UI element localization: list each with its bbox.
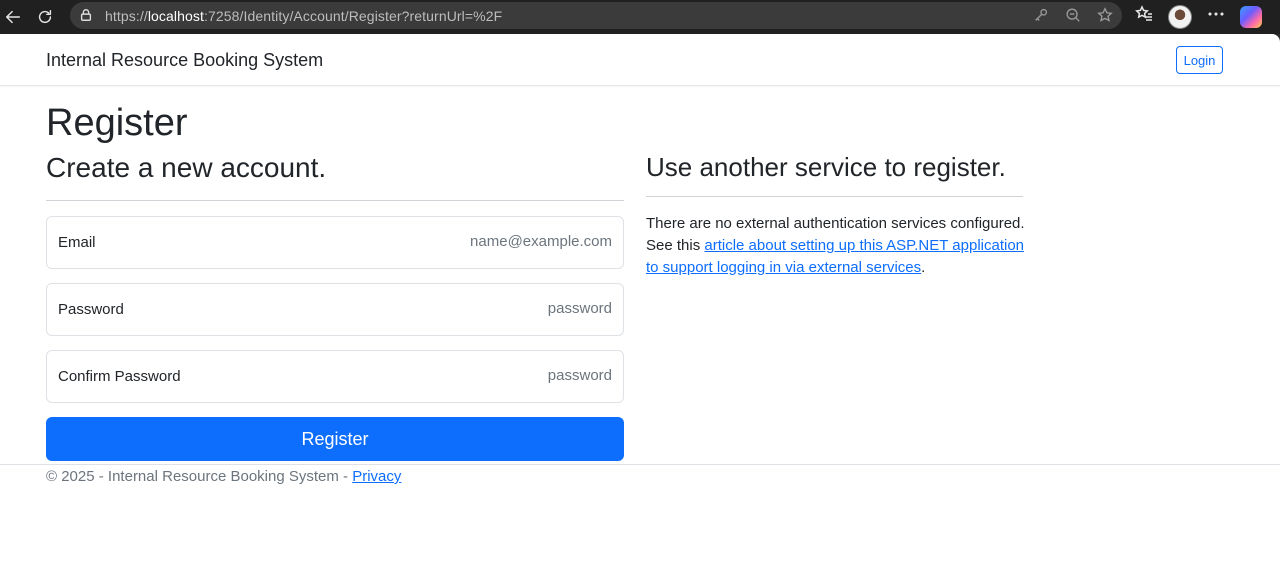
divider	[646, 196, 1023, 197]
external-see-this: See this	[646, 237, 705, 254]
page-title: Register	[46, 102, 188, 144]
external-login-info: There are no external authentication ser…	[646, 213, 1026, 279]
site-brand[interactable]: Internal Resource Booking System	[46, 50, 323, 71]
lock-icon[interactable]	[79, 8, 95, 24]
password-label: Password	[58, 301, 124, 318]
footer-copyright: © 2025 - Internal Resource Booking Syste…	[46, 468, 353, 485]
password-input[interactable]	[312, 300, 612, 317]
url-host: localhost	[147, 7, 204, 24]
profile-avatar[interactable]	[1168, 4, 1192, 29]
key-icon[interactable]	[1032, 6, 1050, 29]
email-field[interactable]: Email	[46, 216, 624, 269]
confirm-password-field[interactable]: Confirm Password	[46, 350, 624, 403]
back-icon[interactable]	[0, 4, 26, 30]
browser-toolbar: https://localhost:7258/Identity/Account/…	[0, 0, 1280, 34]
copilot-icon[interactable]	[1240, 5, 1262, 28]
email-label: Email	[58, 234, 96, 251]
register-subtitle: Create a new account.	[46, 152, 327, 183]
favorite-star-icon[interactable]	[1096, 6, 1114, 29]
page-viewport: Internal Resource Booking System Login R…	[0, 34, 1280, 569]
password-field[interactable]: Password	[46, 283, 624, 336]
url-path: :7258/Identity/Account/Register?returnUr…	[203, 7, 503, 24]
login-button[interactable]: Login	[1176, 46, 1223, 74]
divider	[46, 200, 624, 201]
confirm-password-label: Confirm Password	[58, 368, 181, 385]
footer-divider	[0, 464, 1280, 465]
email-input[interactable]	[312, 233, 612, 250]
confirm-password-input[interactable]	[312, 367, 612, 384]
external-info-line: There are no external authentication ser…	[646, 215, 1025, 232]
address-bar[interactable]: https://localhost:7258/Identity/Account/…	[70, 2, 1122, 29]
zoom-out-icon[interactable]	[1064, 6, 1082, 29]
privacy-link[interactable]: Privacy	[352, 468, 401, 485]
refresh-icon[interactable]	[32, 4, 58, 30]
register-button[interactable]: Register	[46, 417, 624, 461]
site-navbar: Internal Resource Booking System Login	[0, 34, 1280, 86]
url-text[interactable]: https://localhost:7258/Identity/Account/…	[105, 8, 502, 24]
url-scheme: https://	[105, 7, 148, 24]
footer: © 2025 - Internal Resource Booking Syste…	[46, 468, 401, 485]
period: .	[921, 259, 926, 276]
more-icon[interactable]	[1206, 4, 1226, 29]
external-login-heading: Use another service to register.	[646, 152, 1006, 182]
favorites-icon[interactable]	[1134, 4, 1154, 29]
